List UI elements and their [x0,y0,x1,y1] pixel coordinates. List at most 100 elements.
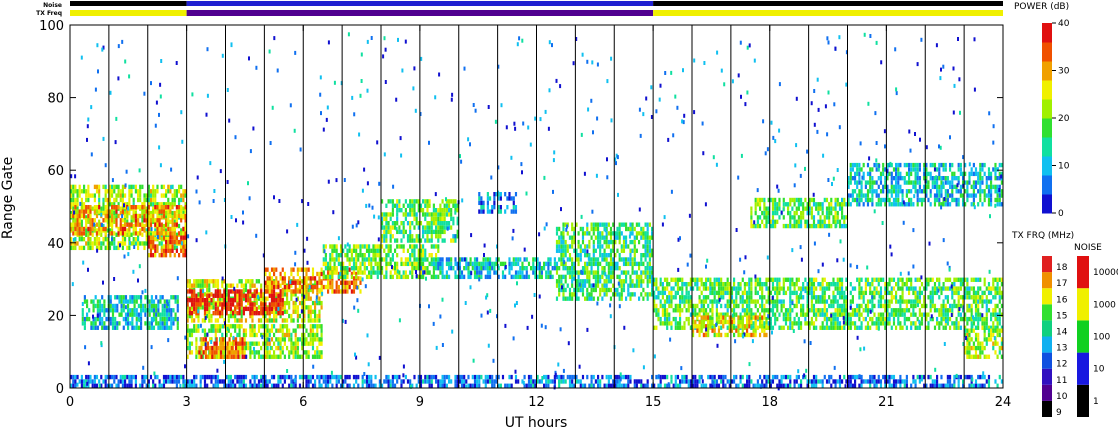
echo-cell [219,302,222,307]
echo-cell [460,270,464,275]
echo-cell [629,226,632,232]
echo-cell [750,219,753,224]
echo-cell [402,225,405,230]
echo-cell [687,282,690,287]
echo-cell [372,253,375,258]
echo-cell [953,303,956,309]
echo-cell [76,189,79,194]
echo-cell [318,318,321,323]
echo-cell [968,286,971,291]
echo-cell [782,316,785,322]
echo-cell [843,308,846,313]
echo-cell [182,213,185,219]
echo-cell [411,199,414,204]
echo-cell [871,303,874,309]
echo-cell [197,292,200,297]
echo-cell [938,321,941,326]
echo-cell [134,226,137,232]
echo-cell [172,308,175,313]
echo-cell [910,282,913,287]
echo-cell [992,277,995,282]
echo-cell [204,354,207,359]
echo-cell [169,209,172,214]
echo-cell [555,226,559,232]
echo-cell [348,267,351,272]
echo-cell [162,248,166,253]
echo-cell [298,267,302,272]
echo-cell [443,221,446,226]
echo-cell [759,303,762,309]
echo-cell [832,316,835,322]
echo-cell [337,284,340,290]
echo-cell [389,199,392,204]
echo-cell [78,184,81,190]
echo-cell [428,203,431,208]
echo-cell [543,261,546,267]
echo-cell [203,306,207,312]
echo-cell [214,289,217,294]
echo-cell [266,267,269,272]
echo-cell [663,312,667,317]
echo-cell [83,189,86,194]
echo-cell [702,295,705,300]
echo-cell [251,328,254,333]
echo-cell [316,313,319,319]
echo-cell [174,295,177,300]
echo-cell [346,280,349,285]
echo-cell [849,299,852,304]
echo-cell [633,292,636,297]
echo-cell [605,222,608,227]
echo-cell [275,306,278,312]
echo-cell [165,239,168,245]
echo-cell [702,299,705,304]
echo-cell [443,238,446,243]
echo-cell [279,337,282,342]
echo-cell [443,203,446,208]
echo-cell [642,231,645,236]
echo-cell [644,266,647,271]
echo-cell [892,295,896,300]
echo-cell [350,280,353,285]
echo-cell [307,341,310,346]
echo-cell [209,350,212,355]
echo-cell [698,328,701,333]
echo-cell [78,222,81,227]
echo-cell [122,303,125,309]
echo-cell [178,239,181,245]
echo-cell [270,280,274,285]
echo-cell [994,286,997,291]
echo-cell [400,221,403,226]
echo-cell [778,202,781,207]
echo-cell [825,299,829,304]
echo-cell [588,292,591,297]
echo-cell [778,312,781,317]
echo-cell [791,282,794,287]
echo-cell [463,274,466,280]
echo-cell [780,303,783,309]
echo-cell [322,257,325,262]
echo-cell [437,248,440,253]
echo-cell [776,295,779,300]
echo-cell [327,261,330,267]
echo-cell [161,303,164,309]
echo-cell [292,341,295,346]
echo-cell [646,266,649,271]
echo-cell [812,219,816,224]
echo-cell [655,295,658,300]
echo-cell [389,244,392,249]
echo-cell [951,321,954,326]
echo-cell [599,253,602,258]
echo-cell [955,325,958,330]
echo-cell [266,280,269,285]
echo-cell [594,279,597,284]
echo-cell [247,293,250,298]
echo-cell [143,245,146,251]
echo-cell [253,328,256,333]
echo-cell [944,308,947,313]
echo-cell [270,318,274,323]
echo-cell [335,248,338,253]
echo-cell [586,231,589,236]
echo-cell [992,295,995,300]
echo-cell [581,287,585,293]
echo-cell [238,302,241,307]
